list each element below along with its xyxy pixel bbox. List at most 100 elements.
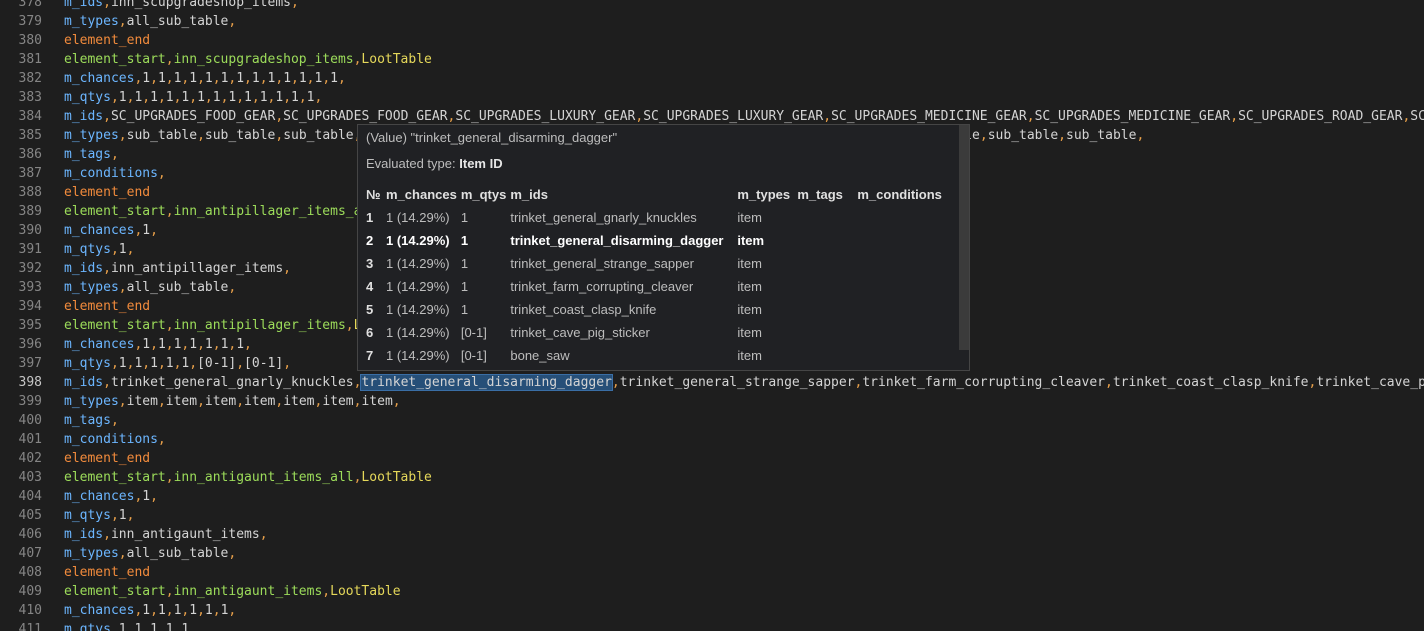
code-line[interactable]: 410 m_chances,1,1,1,1,1,1,	[0, 601, 1424, 620]
code-text[interactable]: m_ids,inn_antipillager_items,	[64, 259, 291, 278]
code-text[interactable]: m_chances,1,1,1,1,1,1,1,	[64, 335, 252, 354]
row-number: 1	[366, 210, 374, 225]
code-text[interactable]: m_types,item,item,item,item,item,item,it…	[64, 392, 401, 411]
field-value: 1	[189, 603, 198, 618]
line-number: 393	[18, 280, 42, 295]
comma-separator: ,	[337, 71, 346, 86]
comma-separator: ,	[110, 413, 119, 428]
code-line[interactable]: 406 m_ids,inn_antigaunt_items,	[0, 525, 1424, 544]
code-line[interactable]: 403 element_start,inn_antigaunt_items_all…	[0, 468, 1424, 487]
field-value: 1	[150, 90, 158, 105]
tooltip-scrollbar[interactable]	[959, 125, 969, 350]
code-text[interactable]: m_qtys,1,	[64, 506, 134, 525]
field-value: 1	[181, 622, 190, 631]
code-text[interactable]: m_qtys,1,	[64, 240, 134, 259]
type-token: LootTable	[330, 584, 401, 599]
comma-separator: ,	[392, 394, 401, 409]
row-qty: 1	[460, 279, 469, 294]
comma-separator: ,	[157, 166, 166, 181]
comma-separator: ,	[142, 356, 151, 371]
field-value: 1	[157, 337, 166, 352]
code-text[interactable]: m_ids,inn_scupgradeshop_items,	[64, 0, 299, 12]
code-text[interactable]: m_tags,	[64, 145, 119, 164]
field-value: 1	[142, 337, 151, 352]
code-line[interactable]: 383 m_qtys,1,1,1,1,1,1,1,1,1,1,1,1,1,	[0, 88, 1424, 107]
field-value: 1	[118, 622, 127, 631]
comma-separator: ,	[197, 128, 205, 143]
code-text[interactable]: m_ids,inn_antigaunt_items,	[64, 525, 268, 544]
code-text[interactable]: m_qtys,1,1,1,1,1,[0-1],[0-1],	[64, 354, 291, 373]
row-conditions	[857, 229, 951, 252]
field-value: item	[283, 394, 315, 409]
row-conditions	[857, 321, 951, 344]
code-text[interactable]: element_end	[64, 297, 150, 316]
row-conditions	[857, 206, 951, 229]
code-text[interactable]: element_end	[64, 183, 150, 202]
code-text[interactable]: m_types,all_sub_table,	[64, 278, 236, 297]
line-number: 404	[18, 489, 42, 504]
code-text[interactable]: m_chances,1,	[64, 221, 158, 240]
row-conditions	[857, 275, 951, 298]
code-text[interactable]: element_start,inn_antigaunt_items_all,Lo…	[64, 468, 432, 487]
comma-separator: ,	[103, 375, 111, 390]
comma-separator: ,	[110, 90, 119, 105]
comma-separator: ,	[283, 90, 292, 105]
code-line[interactable]: 399 m_types,item,item,item,item,item,item…	[0, 392, 1424, 411]
line-number: 389	[18, 204, 42, 219]
field-value: 1	[212, 90, 221, 105]
field-value: 1	[204, 603, 213, 618]
line-number: 407	[18, 546, 42, 561]
row-tags	[797, 206, 857, 229]
comma-separator: ,	[204, 90, 213, 105]
comma-separator: ,	[228, 603, 237, 618]
row-type: item	[737, 256, 762, 271]
code-line[interactable]: 407 m_types,all_sub_table,	[0, 544, 1424, 563]
comma-separator: ,	[157, 622, 166, 631]
code-text[interactable]: m_conditions,	[64, 164, 166, 183]
code-line[interactable]: 378 m_ids,inn_scupgradeshop_items,	[0, 0, 1424, 12]
line-number: 411	[18, 622, 42, 631]
field-value: 1	[204, 337, 213, 352]
code-text[interactable]: m_conditions,	[64, 430, 166, 449]
code-line[interactable]: 408 element_end	[0, 563, 1424, 582]
code-text[interactable]: m_tags,	[64, 411, 119, 430]
field-value: item	[165, 394, 198, 409]
code-text[interactable]: element_end	[64, 449, 150, 468]
comma-separator: ,	[275, 128, 284, 143]
code-text[interactable]: m_chances,1,1,1,1,1,1,	[64, 601, 236, 620]
column-header-ids: m_ids	[510, 187, 548, 202]
code-line[interactable]: 382 m_chances,1,1,1,1,1,1,1,1,1,1,1,1,1,	[0, 69, 1424, 88]
code-line[interactable]: 398 m_ids,trinket_general_gnarly_knuckles…	[0, 373, 1424, 392]
field-value: item	[322, 394, 354, 409]
comma-separator: ,	[275, 394, 284, 409]
code-text[interactable]: m_chances,1,1,1,1,1,1,1,1,1,1,1,1,1,	[64, 69, 346, 88]
field-keyword: m_types	[64, 394, 119, 409]
code-text[interactable]: m_types,all_sub_table,	[64, 544, 236, 563]
code-line[interactable]: 404 m_chances,1,	[0, 487, 1424, 506]
code-text[interactable]: m_ids,trinket_general_gnarly_knuckles,tr…	[64, 373, 1424, 392]
code-line[interactable]: 411 m_qtys,1,1,1,1,1	[0, 620, 1424, 631]
code-line[interactable]: 402 element_end	[0, 449, 1424, 468]
code-line[interactable]: 381 element_start,inn_scupgradeshop_items…	[0, 50, 1424, 69]
field-keyword: m_qtys	[64, 356, 111, 371]
code-text[interactable]: m_qtys,1,1,1,1,1,1,1,1,1,1,1,1,1,	[64, 88, 322, 107]
code-line[interactable]: 401 m_conditions,	[0, 430, 1424, 449]
code-text[interactable]: element_start,inn_antigaunt_items,LootTa…	[64, 582, 401, 601]
code-text[interactable]: m_chances,1,	[64, 487, 158, 506]
code-text[interactable]: element_end	[64, 563, 150, 582]
comma-separator: ,	[197, 603, 205, 618]
code-text[interactable]: element_end	[64, 31, 150, 50]
code-line[interactable]: 380 element_end	[0, 31, 1424, 50]
code-line[interactable]: 400 m_tags,	[0, 411, 1424, 430]
element-end-keyword: element_end	[64, 185, 151, 200]
code-line[interactable]: 405 m_qtys,1,	[0, 506, 1424, 525]
element-end-keyword: element_end	[64, 33, 151, 48]
selected-token[interactable]: trinket_general_disarming_dagger	[360, 374, 613, 391]
code-text[interactable]: m_qtys,1,1,1,1,1	[64, 620, 189, 631]
element-end-keyword: element_end	[64, 451, 151, 466]
code-line[interactable]: 379 m_types,all_sub_table,	[0, 12, 1424, 31]
code-text[interactable]: element_start,inn_scupgradeshop_items,Lo…	[64, 50, 432, 69]
code-text[interactable]: m_types,all_sub_table,	[64, 12, 236, 31]
code-line[interactable]: 409 element_start,inn_antigaunt_items,Loo…	[0, 582, 1424, 601]
row-chance: 1 (14.29%)	[386, 302, 450, 317]
